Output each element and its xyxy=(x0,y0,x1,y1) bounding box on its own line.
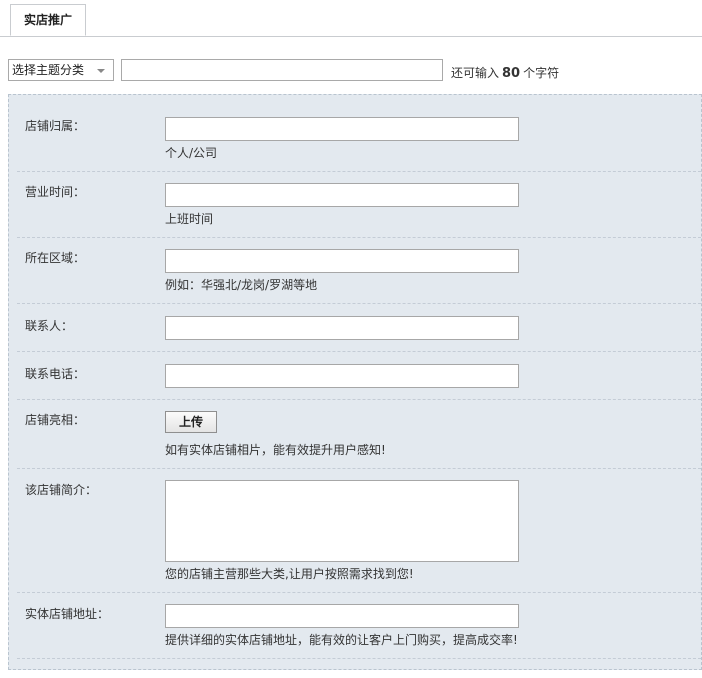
form-row-shop-photo: 店铺亮相： 上传 如有实体店铺相片，能有效提升用户感知! xyxy=(17,399,701,469)
shop-ownership-hint: 个人/公司 xyxy=(165,146,218,160)
form-row-area: 所在区域： 例如：华强北/龙岗/罗湖等地 xyxy=(17,237,701,304)
counter-value: 80 xyxy=(502,66,521,81)
form-row-contact-person: 联系人： xyxy=(17,303,701,352)
form-row-shop-address: 实体店铺地址： 提供详细的实体店铺地址，能有效的让客户上门购买，提高成交率! xyxy=(17,592,701,659)
form-row-contact-phone: 联系电话： xyxy=(17,351,701,400)
counter-prefix: 还可输入 xyxy=(451,66,500,80)
shop-intro-textarea[interactable] xyxy=(165,480,519,562)
upload-button[interactable]: 上传 xyxy=(165,411,217,433)
chevron-down-icon xyxy=(97,69,105,73)
shop-form: 店铺归属： 个人/公司 营业时间： 上班时间 所在区域： 例如：华强北/龙岗/罗… xyxy=(8,94,702,670)
title-bar: 选择主题分类 还可输入 80 个字符 xyxy=(8,59,702,83)
shop-intro-hint: 您的店铺主营那些大类,让用户按照需求找到您! xyxy=(165,567,414,581)
form-row-shop-ownership: 店铺归属： 个人/公司 xyxy=(17,95,701,172)
business-hours-label: 营业时间： xyxy=(25,185,86,199)
shop-address-input[interactable] xyxy=(165,604,519,628)
shop-photo-hint: 如有实体店铺相片，能有效提升用户感知! xyxy=(165,443,386,457)
area-input[interactable] xyxy=(165,249,519,273)
contact-phone-label: 联系电话： xyxy=(25,367,86,381)
form-row-shop-intro: 该店铺简介： 您的店铺主营那些大类,让用户按照需求找到您! xyxy=(17,468,701,593)
shop-ownership-input[interactable] xyxy=(165,117,519,141)
char-counter: 还可输入 80 个字符 xyxy=(451,64,559,81)
shop-address-label: 实体店铺地址： xyxy=(25,607,110,621)
counter-suffix: 个字符 xyxy=(523,66,560,80)
shop-ownership-label: 店铺归属： xyxy=(25,119,86,133)
contact-person-input[interactable] xyxy=(165,316,519,340)
shop-photo-label: 店铺亮相： xyxy=(25,413,86,427)
business-hours-input[interactable] xyxy=(165,183,519,207)
category-select-value: 选择主题分类 xyxy=(12,63,85,77)
contact-phone-input[interactable] xyxy=(165,364,519,388)
title-input[interactable] xyxy=(121,59,443,81)
shop-address-hint: 提供详细的实体店铺地址，能有效的让客户上门购买，提高成交率! xyxy=(165,633,518,647)
area-label: 所在区域： xyxy=(25,251,86,265)
category-select[interactable]: 选择主题分类 xyxy=(8,59,114,81)
shop-intro-label: 该店铺简介： xyxy=(25,483,98,497)
form-row-business-hours: 营业时间： 上班时间 xyxy=(17,171,701,238)
tab-bar: 实店推广 xyxy=(0,0,702,37)
business-hours-hint: 上班时间 xyxy=(165,212,214,226)
area-hint: 例如：华强北/龙岗/罗湖等地 xyxy=(165,278,318,292)
tab-shop-promotion[interactable]: 实店推广 xyxy=(10,4,86,36)
contact-person-label: 联系人： xyxy=(25,319,74,333)
